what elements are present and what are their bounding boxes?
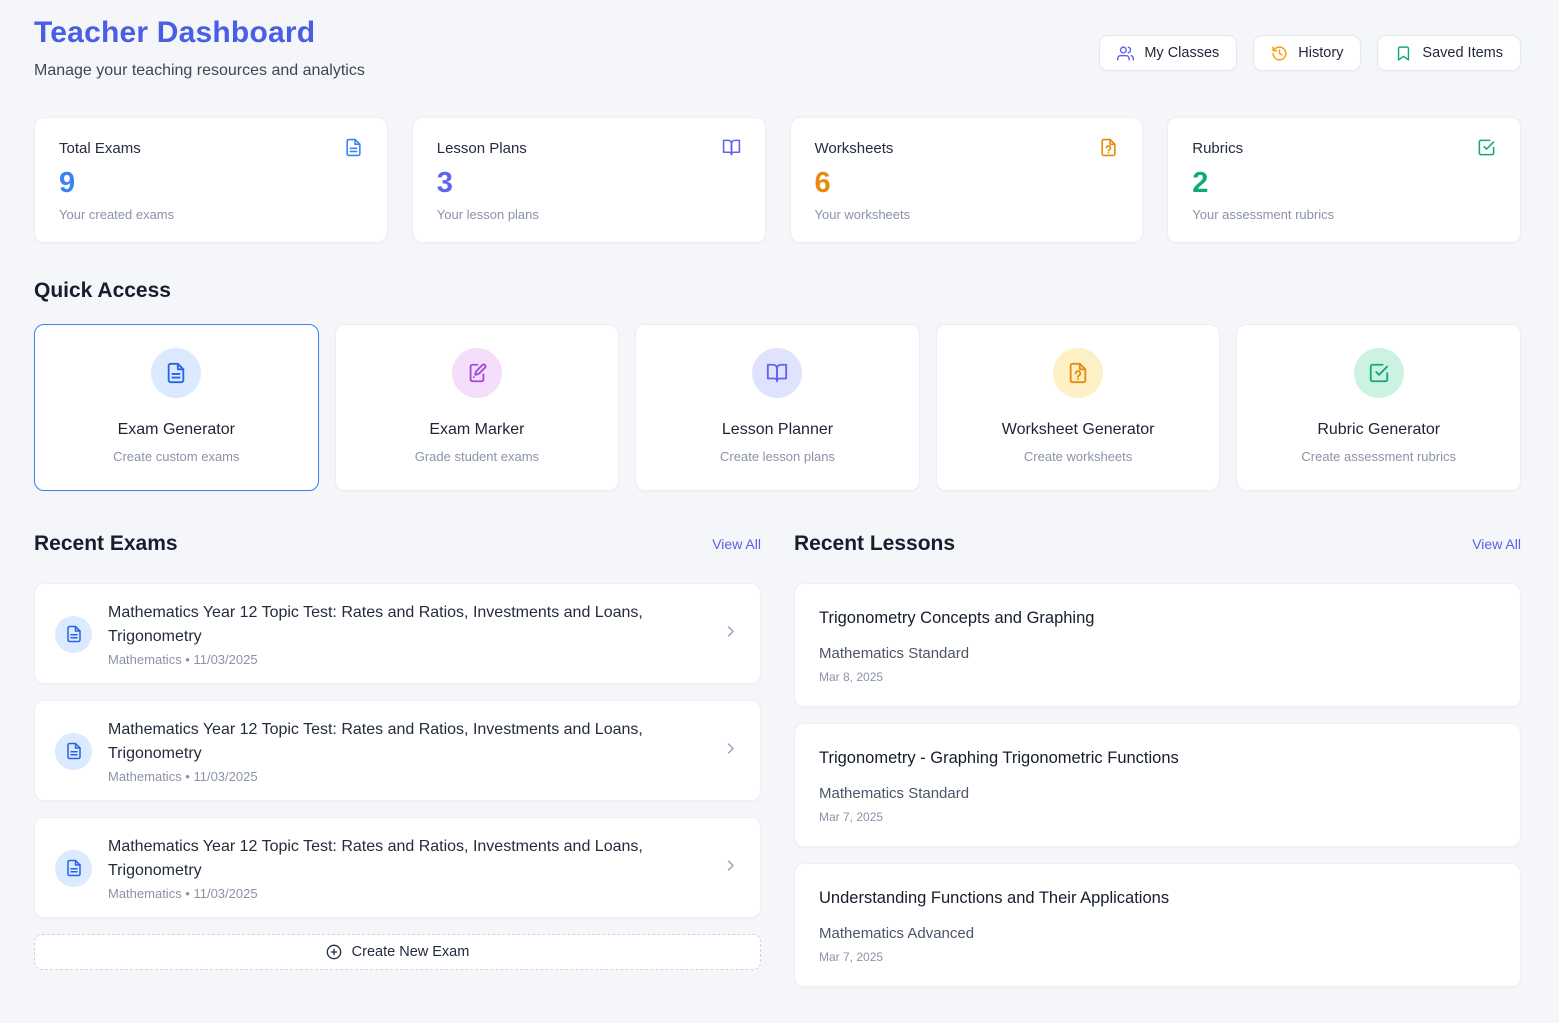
exam-list-item[interactable]: Mathematics Year 12 Topic Test: Rates an…: [34, 583, 761, 684]
my-classes-button[interactable]: My Classes: [1099, 35, 1237, 71]
stat-label: Worksheets: [815, 140, 894, 157]
plus-circle-icon: [326, 944, 342, 960]
stat-description: Your created exams: [59, 207, 363, 222]
quick-card-description: Create assessment rubrics: [1249, 449, 1508, 464]
lesson-card[interactable]: Trigonometry - Graphing Trigonometric Fu…: [794, 723, 1521, 847]
book-open-icon: [722, 138, 741, 157]
chevron-right-icon: [723, 858, 738, 873]
exam-icon-circle: [55, 733, 92, 770]
stat-value: 6: [815, 167, 1119, 200]
stat-description: Your worksheets: [815, 207, 1119, 222]
users-icon: [1117, 45, 1134, 62]
page-title: Teacher Dashboard: [34, 16, 365, 50]
quick-card-title: Rubric Generator: [1249, 421, 1508, 439]
quick-card-description: Create custom exams: [47, 449, 306, 464]
lesson-subject: Mathematics Standard: [819, 785, 1496, 802]
lesson-subject: Mathematics Advanced: [819, 925, 1496, 942]
my-classes-label: My Classes: [1144, 45, 1219, 61]
recent-exams-heading: Recent Exams: [34, 532, 178, 556]
exam-icon-circle: [55, 850, 92, 887]
dashboard-page: Teacher Dashboard Manage your teaching r…: [0, 0, 1559, 1023]
lesson-date: Mar 8, 2025: [819, 670, 1496, 684]
exam-meta: Mathematics • 11/03/2025: [108, 769, 707, 784]
exam-icon-circle: [55, 616, 92, 653]
history-button[interactable]: History: [1253, 35, 1361, 71]
quick-card-description: Create worksheets: [949, 449, 1208, 464]
quick-card-rubric-generator[interactable]: Rubric Generator Create assessment rubri…: [1236, 324, 1521, 491]
book-open-icon: [766, 362, 788, 384]
file-text-icon: [65, 742, 83, 760]
exam-title: Mathematics Year 12 Topic Test: Rates an…: [108, 718, 707, 766]
file-text-icon: [65, 859, 83, 877]
create-new-exam-label: Create New Exam: [352, 944, 470, 960]
recent-lessons-heading: Recent Lessons: [794, 532, 955, 556]
exam-list-item[interactable]: Mathematics Year 12 Topic Test: Rates an…: [34, 817, 761, 918]
quick-card-exam-generator[interactable]: Exam Generator Create custom exams: [34, 324, 319, 491]
stat-label: Total Exams: [59, 140, 141, 157]
quick-card-title: Exam Generator: [47, 421, 306, 439]
stat-card-lesson-plans: Lesson Plans 3 Your lesson plans: [412, 117, 766, 243]
stat-label: Lesson Plans: [437, 140, 527, 157]
bookmark-icon: [1395, 45, 1412, 62]
page-header: Teacher Dashboard Manage your teaching r…: [34, 16, 1521, 80]
file-question-icon: [1067, 362, 1089, 384]
lesson-subject: Mathematics Standard: [819, 645, 1496, 662]
lesson-title: Understanding Functions and Their Applic…: [819, 889, 1496, 908]
file-text-icon: [65, 625, 83, 643]
quick-card-description: Grade student exams: [348, 449, 607, 464]
file-text-icon: [344, 138, 363, 157]
stats-row: Total Exams 9 Your created exams Lesson …: [34, 117, 1521, 243]
recent-exams-section: Recent Exams View All Mathematics Year 1…: [34, 532, 761, 1003]
quick-card-title: Lesson Planner: [648, 421, 907, 439]
exam-list-item[interactable]: Mathematics Year 12 Topic Test: Rates an…: [34, 700, 761, 801]
stat-value: 9: [59, 167, 363, 200]
stat-value: 3: [437, 167, 741, 200]
stat-card-rubrics: Rubrics 2 Your assessment rubrics: [1167, 117, 1521, 243]
exam-meta: Mathematics • 11/03/2025: [108, 886, 707, 901]
saved-items-button[interactable]: Saved Items: [1377, 35, 1521, 71]
stat-description: Your lesson plans: [437, 207, 741, 222]
file-question-icon: [1099, 138, 1118, 157]
recent-exams-view-all-link[interactable]: View All: [712, 536, 761, 552]
lesson-date: Mar 7, 2025: [819, 950, 1496, 964]
stat-description: Your assessment rubrics: [1192, 207, 1496, 222]
quick-card-description: Create lesson plans: [648, 449, 907, 464]
stat-card-worksheets: Worksheets 6 Your worksheets: [790, 117, 1144, 243]
quick-access-heading: Quick Access: [34, 279, 1521, 303]
lesson-title: Trigonometry Concepts and Graphing: [819, 609, 1496, 628]
lesson-date: Mar 7, 2025: [819, 810, 1496, 824]
check-square-icon: [1477, 138, 1496, 157]
create-new-exam-button[interactable]: Create New Exam: [34, 934, 761, 970]
quick-card-title: Exam Marker: [348, 421, 607, 439]
lesson-title: Trigonometry - Graphing Trigonometric Fu…: [819, 749, 1496, 768]
lesson-card[interactable]: Trigonometry Concepts and Graphing Mathe…: [794, 583, 1521, 707]
header-actions: My Classes History Saved Items: [1099, 35, 1521, 71]
saved-items-label: Saved Items: [1422, 45, 1503, 61]
history-label: History: [1298, 45, 1343, 61]
file-text-icon: [165, 362, 187, 384]
chevron-right-icon: [723, 741, 738, 756]
stat-value: 2: [1192, 167, 1496, 200]
page-header-titles: Teacher Dashboard Manage your teaching r…: [34, 16, 365, 80]
exam-title: Mathematics Year 12 Topic Test: Rates an…: [108, 835, 707, 883]
chevron-right-icon: [723, 624, 738, 639]
recent-lessons-section: Recent Lessons View All Trigonometry Con…: [794, 532, 1521, 1003]
recent-lessons-view-all-link[interactable]: View All: [1472, 536, 1521, 552]
page-subtitle: Manage your teaching resources and analy…: [34, 62, 365, 80]
quick-card-exam-marker[interactable]: Exam Marker Grade student exams: [335, 324, 620, 491]
quick-card-worksheet-generator[interactable]: Worksheet Generator Create worksheets: [936, 324, 1221, 491]
lesson-card[interactable]: Understanding Functions and Their Applic…: [794, 863, 1521, 987]
check-square-icon: [1368, 362, 1390, 384]
exam-title: Mathematics Year 12 Topic Test: Rates an…: [108, 601, 707, 649]
history-icon: [1271, 45, 1288, 62]
file-edit-icon: [466, 362, 488, 384]
quick-card-lesson-planner[interactable]: Lesson Planner Create lesson plans: [635, 324, 920, 491]
stat-card-total-exams: Total Exams 9 Your created exams: [34, 117, 388, 243]
stat-label: Rubrics: [1192, 140, 1243, 157]
exam-meta: Mathematics • 11/03/2025: [108, 652, 707, 667]
quick-card-title: Worksheet Generator: [949, 421, 1208, 439]
quick-access-row: Exam Generator Create custom exams Exam …: [34, 324, 1521, 491]
